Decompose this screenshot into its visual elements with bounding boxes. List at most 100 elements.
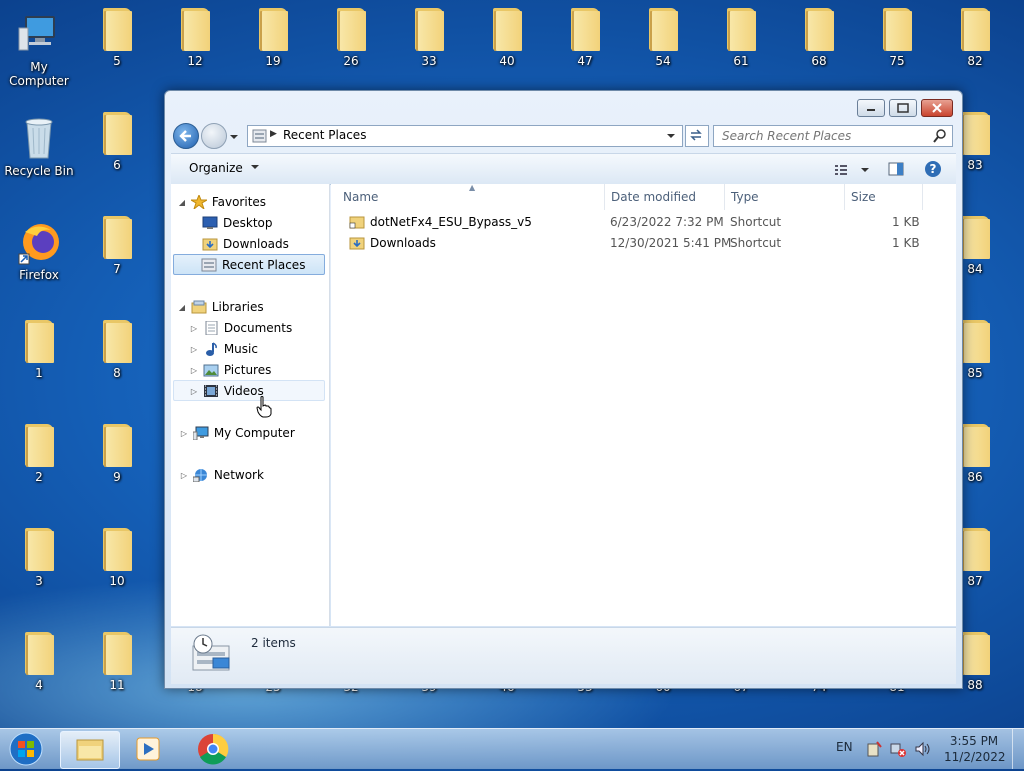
expand-arrow-icon[interactable]: ▷ [179,423,189,444]
file-row[interactable]: dotNetFx4_ESU_Bypass_v5 6/23/2022 7:32 P… [337,212,937,233]
desktop-icon-my-computer[interactable]: My Computer [1,4,77,88]
desktop-folder-12[interactable]: 12 [157,0,233,68]
expand-arrow-icon[interactable]: ▷ [179,465,189,486]
desktop-icon-label: 68 [811,54,827,68]
breadcrumb-recent-places[interactable]: Recent Places [283,128,366,142]
desktop-icon-label: 2 [35,470,43,484]
tree-videos[interactable]: ▷ Videos [173,380,325,401]
maximize-button[interactable] [889,99,917,117]
expand-arrow-icon[interactable]: ▷ [189,339,199,360]
search-icon[interactable] [933,129,947,143]
desktop-folder-40[interactable]: 40 [469,0,545,68]
desktop-icon-firefox[interactable]: Firefox [1,212,77,282]
file-row[interactable]: Downloads 12/30/2021 5:41 PM Shortcut 1 … [337,233,937,254]
desktop-folder-8[interactable]: 8 [79,312,155,380]
desktop-folder-26[interactable]: 26 [313,0,389,68]
desktop-folder-10[interactable]: 10 [79,520,155,588]
tree-desktop[interactable]: Desktop [202,213,273,234]
minimize-button[interactable] [857,99,885,117]
folder-icon [881,8,913,52]
tree-label: My Computer [213,426,295,440]
desktop-icon-recycle-bin[interactable]: Recycle Bin [1,108,77,178]
desktop-folder-9[interactable]: 9 [79,416,155,484]
column-header-size[interactable]: Size [845,184,923,210]
expand-arrow-icon[interactable]: ▷ [189,318,199,339]
desktop-folder-68[interactable]: 68 [781,0,857,68]
search-input[interactable] [720,126,934,146]
search-box[interactable] [713,125,953,147]
tree-recent-places[interactable]: Recent Places [173,254,325,275]
start-button[interactable] [6,731,46,767]
back-button[interactable] [173,123,199,149]
desktop-folder-2[interactable]: 2 [1,416,77,484]
file-name: dotNetFx4_ESU_Bypass_v5 [370,215,532,229]
network-status-icon[interactable] [890,741,906,757]
desktop-folder-4[interactable]: 4 [1,624,77,692]
address-dropdown-icon[interactable] [666,131,676,141]
tree-music[interactable]: ▷ Music [189,339,258,360]
folder-icon [569,8,601,52]
language-indicator[interactable]: EN [836,740,853,754]
desktop-folder-75[interactable]: 75 [859,0,935,68]
desktop-folder-61[interactable]: 61 [703,0,779,68]
recent-pages-dropdown[interactable] [229,131,239,141]
close-button[interactable] [921,99,953,117]
tree-favorites[interactable]: ◢ Favorites [177,192,266,213]
recent-places-icon [201,258,217,272]
change-view-button[interactable] [833,162,869,178]
tree-downloads[interactable]: Downloads [202,234,289,255]
taskbar-explorer-button[interactable] [60,731,120,769]
column-header-type[interactable]: Type [725,184,845,210]
desktop-icon-label: Firefox [19,268,59,282]
desktop-folder-11[interactable]: 11 [79,624,155,692]
tree-label: Favorites [211,195,267,209]
show-desktop-button[interactable] [1012,729,1024,769]
volume-icon[interactable] [914,741,932,757]
desktop-folder-19[interactable]: 19 [235,0,311,68]
desktop-folder-47[interactable]: 47 [547,0,623,68]
column-header-name[interactable]: Name ▲ [337,183,605,210]
tree-my-computer[interactable]: ▷ My Computer [179,423,295,444]
expand-arrow-icon[interactable]: ▷ [189,381,199,402]
clock[interactable]: 3:55 PM 11/2/2022 [944,733,1006,765]
tree-label: Pictures [223,363,272,377]
taskbar-media-player-button[interactable] [120,731,178,767]
folder-icon [101,528,133,572]
desktop-folder-82[interactable]: 82 [937,0,1013,68]
column-header-date-modified[interactable]: Date modified [605,184,725,210]
desktop-folder-5[interactable]: 5 [79,0,155,68]
music-icon [203,341,219,356]
address-bar[interactable]: ▶ Recent Places [247,125,683,147]
taskbar-chrome-button[interactable] [184,731,242,767]
desktop-folder-3[interactable]: 3 [1,520,77,588]
tree-pictures[interactable]: ▷ Pictures [189,360,271,381]
desktop-folder-6[interactable]: 6 [79,104,155,172]
title-bar[interactable] [165,91,962,121]
preview-pane-button[interactable] [887,160,905,178]
organize-menu[interactable]: Organize [189,161,260,175]
action-center-icon[interactable] [866,741,882,757]
desktop-folder-33[interactable]: 33 [391,0,467,68]
tree-libraries[interactable]: ◢ Libraries [177,297,264,318]
collapse-arrow-icon[interactable]: ◢ [177,297,187,318]
star-icon [189,193,209,210]
column-label: Type [731,190,759,204]
desktop-folder-1[interactable]: 1 [1,312,77,380]
documents-icon [203,320,219,335]
help-button[interactable]: ? [923,159,943,179]
computer-icon [17,10,61,58]
details-pane: 2 items [171,627,956,684]
folder-icon [101,424,133,468]
desktop-icon [202,216,218,230]
forward-button[interactable] [201,123,227,149]
collapse-arrow-icon[interactable]: ◢ [177,192,187,213]
desktop-folder-54[interactable]: 54 [625,0,701,68]
tree-network[interactable]: ▷ Network [179,465,264,486]
tree-label: Music [223,342,258,356]
expand-arrow-icon[interactable]: ▷ [189,360,199,381]
desktop-folder-7[interactable]: 7 [79,208,155,276]
refresh-button[interactable] [685,125,709,147]
recent-places-large-icon [189,632,233,676]
tree-documents[interactable]: ▷ Documents [189,318,292,339]
folder-icon [491,8,523,52]
